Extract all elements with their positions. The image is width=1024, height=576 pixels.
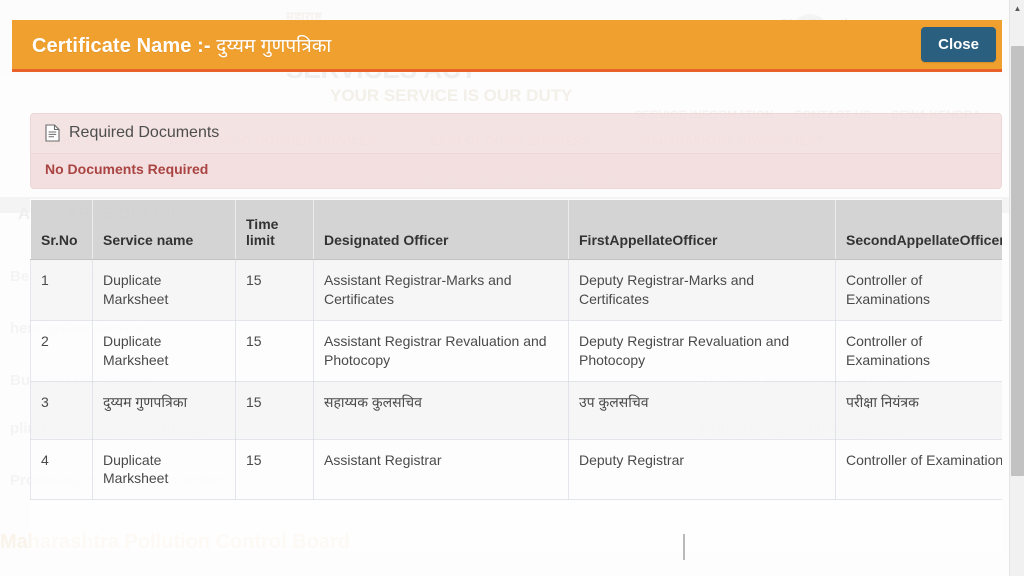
column-header-first-appellate-officer: FirstAppellateOfficer	[568, 199, 836, 260]
services-table-body: 1 Duplicate Marksheet 15 Assistant Regis…	[30, 259, 1002, 501]
required-documents-title: Required Documents	[69, 124, 220, 141]
cell-time-limit: 15	[235, 319, 314, 382]
header-close-button[interactable]: Close	[921, 27, 996, 62]
modal-title: Certificate Name :- दुय्यम गुणपत्रिका	[32, 32, 331, 58]
column-header-service-name: Service name	[92, 199, 236, 260]
cell-designated-officer: Assistant Registrar Revaluation and Phot…	[313, 319, 569, 382]
table-row: 3 दुय्यम गुणपत्रिका 15 सहाय्यक कुलसचिव उ…	[30, 380, 1002, 440]
cell-first-appellate-officer: उप कुलसचिव	[568, 380, 836, 440]
table-row: 2 Duplicate Marksheet 15 Assistant Regis…	[30, 319, 1002, 382]
cell-sr-no: 3	[30, 380, 93, 440]
column-header-second-appellate-officer: SecondAppellateOfficer	[835, 199, 1002, 260]
cell-first-appellate-officer: Deputy Registrar-Marks and Certificates	[568, 259, 836, 321]
cell-service-name: Duplicate Marksheet	[92, 319, 236, 382]
cell-time-limit: 15	[235, 438, 314, 501]
cell-second-appellate-officer: Controller of Examinations	[835, 259, 1002, 321]
table-row: 4 Duplicate Marksheet 15 Assistant Regis…	[30, 438, 1002, 501]
cell-service-name: दुय्यम गुणपत्रिका	[92, 380, 236, 440]
cell-time-limit: 15	[235, 380, 314, 440]
certificate-detail-modal: Certificate Name :- दुय्यम गुणपत्रिका Cl…	[12, 12, 1012, 564]
modal-header: Certificate Name :- दुय्यम गुणपत्रिका Cl…	[12, 20, 1002, 72]
services-table-head: Sr.No Service name Time limit Designated…	[30, 199, 1002, 260]
cell-second-appellate-officer: Controller of Examinations	[835, 319, 1002, 382]
cell-designated-officer: सहाय्यक कुलसचिव	[313, 380, 569, 440]
services-table: Sr.No Service name Time limit Designated…	[30, 199, 1002, 501]
cell-first-appellate-officer: Deputy Registrar	[568, 438, 836, 501]
cell-first-appellate-officer: Deputy Registrar Revaluation and Photoco…	[568, 319, 836, 382]
document-icon	[45, 124, 60, 142]
cell-time-limit: 15	[235, 259, 314, 321]
cell-sr-no: 1	[30, 259, 93, 321]
cell-designated-officer: Assistant Registrar	[313, 438, 569, 501]
required-documents-body: No Documents Required	[31, 153, 1001, 188]
column-header-designated-officer: Designated Officer	[313, 199, 569, 260]
column-header-sr-no: Sr.No	[30, 199, 93, 260]
modal-title-value: दुय्यम गुणपत्रिका	[216, 35, 332, 57]
vertical-scroll-thumb[interactable]	[1011, 46, 1024, 476]
page-vertical-scrollbar[interactable]: ▲	[1009, 0, 1024, 576]
column-header-time-limit: Time limit	[235, 199, 314, 260]
cell-sr-no: 4	[30, 438, 93, 501]
required-documents-header: Required Documents	[31, 114, 1001, 153]
cell-second-appellate-officer: Controller of Examination	[835, 438, 1002, 501]
table-row: 1 Duplicate Marksheet 15 Assistant Regis…	[30, 259, 1002, 321]
scroll-up-arrow-icon[interactable]: ▲	[1010, 0, 1024, 16]
required-documents-panel: Required Documents No Documents Required	[30, 113, 1002, 189]
modal-body: Required Documents No Documents Required…	[12, 75, 1012, 564]
no-documents-message: No Documents Required	[45, 161, 209, 177]
text-cursor	[683, 534, 685, 560]
table-header-row: Sr.No Service name Time limit Designated…	[30, 199, 1002, 260]
modal-title-label: Certificate Name :-	[32, 34, 211, 57]
cell-service-name: Duplicate Marksheet	[92, 438, 236, 501]
cell-second-appellate-officer: परीक्षा नियंत्रक	[835, 380, 1002, 440]
cell-sr-no: 2	[30, 319, 93, 382]
services-table-scroll-area[interactable]: Sr.No Service name Time limit Designated…	[30, 199, 1002, 551]
cell-designated-officer: Assistant Registrar-Marks and Certificat…	[313, 259, 569, 321]
cell-service-name: Duplicate Marksheet	[92, 259, 236, 321]
